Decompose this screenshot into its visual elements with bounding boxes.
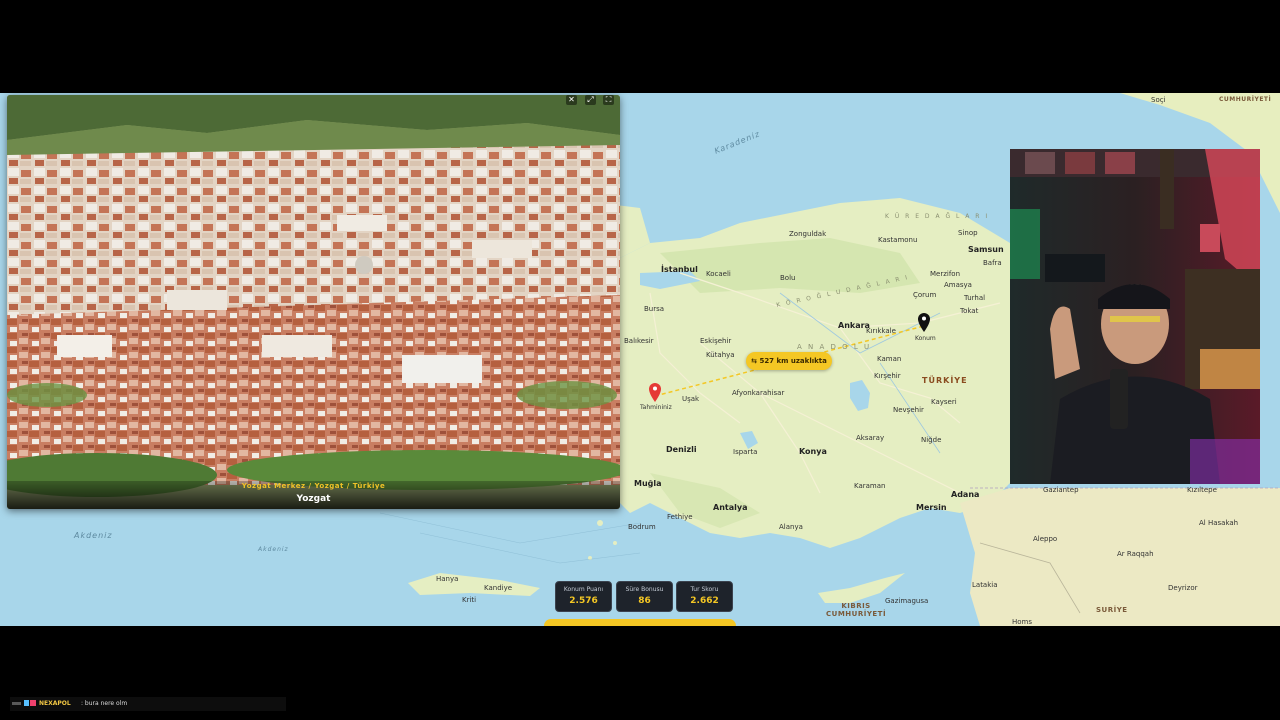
game-stage: Karadeniz Akdeniz Akdeniz TÜRKİYE A N A … bbox=[0, 93, 1280, 626]
chat-badge-icon bbox=[24, 700, 29, 706]
map-label-cumhuriyeti: CUMHURİYETİ bbox=[1219, 96, 1272, 103]
chat-text: : bura nere olm bbox=[81, 700, 128, 707]
map-label-merzifon: Merzifon bbox=[930, 270, 961, 278]
map-label-balikesir: Balıkesir bbox=[624, 337, 654, 345]
map-label-kaman: Kaman bbox=[877, 355, 902, 363]
map-label-bodrum: Bodrum bbox=[628, 523, 656, 531]
map-label-ar-raqqah: Ar Raqqah bbox=[1117, 550, 1154, 558]
map-label-usak: Uşak bbox=[682, 395, 700, 403]
actual-marker-label: Konum bbox=[915, 335, 936, 342]
next-round-button[interactable] bbox=[544, 619, 736, 626]
map-label-gazimagusa: Gazimagusa bbox=[885, 597, 929, 605]
score-label: Tur Skoru bbox=[690, 586, 719, 593]
map-label-karaman: Karaman bbox=[854, 482, 886, 490]
map-label-al-hasakah: Al Hasakah bbox=[1199, 519, 1239, 527]
map-label-homs: Homs bbox=[1012, 618, 1033, 626]
chat-badge-icon bbox=[30, 700, 36, 706]
map-label-aleppo: Aleppo bbox=[1033, 535, 1058, 543]
map-label-mugla: Muğla bbox=[634, 479, 662, 488]
map-label-kriti: Kriti bbox=[462, 596, 477, 604]
city-photo bbox=[7, 95, 620, 509]
map-label-istanbul: İstanbul bbox=[661, 265, 698, 274]
score-value: 2.576 bbox=[569, 596, 598, 606]
map-label-alanya: Alanya bbox=[779, 523, 803, 531]
map-label-gaziantep: Gaziantep bbox=[1043, 486, 1079, 494]
guess-marker-label: Tahmininiz bbox=[640, 404, 672, 411]
webcam-feed bbox=[1010, 149, 1260, 484]
map-label-kayseri: Kayseri bbox=[931, 398, 957, 406]
chat-username: NEXAPOL bbox=[39, 700, 71, 707]
map-label-anadolu: A N A D O L U bbox=[797, 343, 872, 351]
map-label-mersin: Mersin bbox=[916, 503, 947, 512]
map-label-isparta: Isparta bbox=[733, 448, 758, 456]
webcam-overlay bbox=[1010, 149, 1260, 484]
map-label-cyprus: KIBRIS CUMHURİYETİ bbox=[826, 602, 887, 618]
map-label-nevsehir: Nevşehir bbox=[893, 406, 924, 414]
map-label-latakia: Latakia bbox=[972, 581, 998, 589]
score-box-location: Konum Puanı 2.576 bbox=[555, 581, 612, 612]
map-label-turkey: TÜRKİYE bbox=[922, 376, 968, 385]
map-label-tokat: Tokat bbox=[960, 307, 979, 315]
score-label: Konum Puanı bbox=[563, 586, 604, 593]
map-label-eskisehir: Eskişehir bbox=[700, 337, 732, 345]
map-label-afyon: Afyonkarahisar bbox=[732, 389, 785, 397]
map-label-aegean: Akdeniz bbox=[258, 546, 289, 553]
map-label-kirsehir: Kırşehir bbox=[874, 372, 901, 380]
map-label-konya: Konya bbox=[799, 447, 827, 456]
score-box-time-bonus: Süre Bonusu 86 bbox=[616, 581, 673, 612]
map-label-samsun: Samsun bbox=[968, 245, 1004, 254]
score-value: 86 bbox=[638, 596, 651, 606]
map-label-turhal: Turhal bbox=[964, 294, 986, 302]
map-label-kirikkale: Kırıkkale bbox=[866, 327, 896, 335]
map-label-deyrizor: Deyrizor bbox=[1168, 584, 1198, 592]
photo-location-name: Yozgat bbox=[296, 494, 331, 504]
map-label-sinop: Sinop bbox=[958, 229, 978, 237]
map-label-fethiye: Fethiye bbox=[667, 513, 693, 521]
map-label-aksaray: Aksaray bbox=[856, 434, 885, 442]
score-label: Süre Bonusu bbox=[625, 586, 664, 593]
map-label-antalya: Antalya bbox=[713, 503, 748, 512]
map-label-kocaeli: Kocaeli bbox=[706, 270, 731, 278]
map-label-syria: SURİYE bbox=[1096, 606, 1128, 614]
fullscreen-icon[interactable]: ⛶ bbox=[603, 95, 614, 105]
map-label-amasya: Amasya bbox=[944, 281, 972, 289]
location-photo-panel[interactable]: Yozgat Merkez / Yozgat / Türkiye Yozgat … bbox=[7, 95, 620, 509]
pin-icon[interactable]: ⤢ bbox=[585, 95, 596, 105]
chat-badge-icon bbox=[12, 702, 21, 705]
photo-location-path: Yozgat Merkez / Yozgat / Türkiye bbox=[241, 482, 386, 490]
map-label-bursa: Bursa bbox=[644, 305, 665, 313]
map-label-kutahya: Kütahya bbox=[706, 351, 735, 359]
score-value: 2.662 bbox=[690, 596, 719, 606]
chat-message: NEXAPOL : bura nere olm bbox=[10, 697, 286, 711]
map-label-bafra: Bafra bbox=[983, 259, 1002, 267]
map-label-zonguldak: Zonguldak bbox=[789, 230, 827, 238]
map-label-bolu: Bolu bbox=[780, 274, 796, 282]
map-label-adana: Adana bbox=[951, 490, 980, 499]
distance-badge: ⇆ 527 km uzaklıkta bbox=[746, 352, 832, 370]
map-label-kure: K Ü R E D A Ğ L A R I bbox=[885, 213, 990, 220]
map-label-denizli: Denizli bbox=[666, 445, 697, 454]
map-label-corum: Çorum bbox=[913, 291, 937, 299]
map-label-kastamonu: Kastamonu bbox=[878, 236, 918, 244]
map-label-hanya: Hanya bbox=[436, 575, 459, 583]
map-label-kiziltepe: Kızıltepe bbox=[1187, 486, 1217, 494]
map-label-kandiye: Kandiye bbox=[484, 584, 513, 592]
map-label-soci: Soçi bbox=[1151, 96, 1166, 104]
score-box-round-score: Tur Skoru 2.662 bbox=[676, 581, 733, 612]
map-label-mediterranean: Akdeniz bbox=[74, 531, 113, 540]
map-label-nigde: Niğde bbox=[921, 436, 942, 444]
close-icon[interactable]: ✕ bbox=[566, 95, 577, 105]
